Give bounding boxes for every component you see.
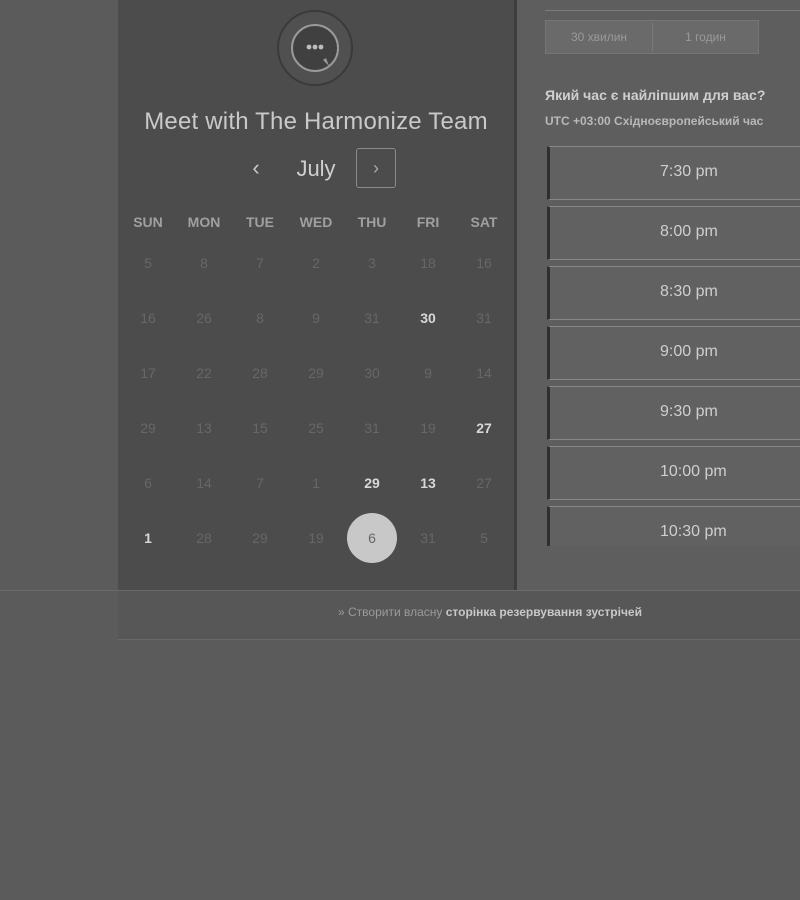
calendar-day: 28 [252,365,268,381]
calendar-day: 31 [420,530,436,546]
time-slot-label: 10:30 pm [660,523,727,540]
calendar-day: 18 [420,255,436,271]
calendar-day: 29 [140,420,156,436]
divider [545,0,800,11]
calendar-day: 31 [364,420,380,436]
create-booking-page-link[interactable]: » Створити власну сторінка резервування … [338,605,642,619]
time-slot-label: 9:30 pm [660,403,718,420]
time-slot[interactable]: 9:00 pm [547,326,800,380]
time-slot[interactable]: 10:00 pm [547,446,800,500]
calendar-day[interactable]: 13 [403,458,453,508]
time-slot-label: 8:30 pm [660,283,718,300]
time-slot-label: 9:00 pm [660,343,718,360]
weekday-label: TUE [246,214,274,230]
calendar-day: 14 [196,475,212,491]
calendar-day: 30 [364,365,380,381]
time-slot-label: 8:00 pm [660,223,718,240]
calendar-day: 27 [476,475,492,491]
page-title: Meet with The Harmonize Team [144,108,488,135]
weekday-label: MON [187,214,221,230]
calendar-day: 17 [140,365,156,381]
calendar-day: 31 [364,310,380,326]
calendar-day: 31 [476,310,492,326]
time-slot[interactable]: 9:30 pm [547,386,800,440]
calendar-day: 29 [308,365,324,381]
time-slot[interactable]: 8:00 pm [547,206,800,260]
calendar-day: 9 [312,310,320,326]
calendar-day[interactable]: 1 [123,513,173,563]
calendar-day: 16 [140,310,156,326]
calendar-panel: Meet with The Harmonize Team ‹ July › SU… [118,0,517,590]
month-navigation: ‹ July › [118,148,514,190]
calendar-day: 6 [144,475,152,491]
calendar-day: 28 [196,530,212,546]
calendar-day: 8 [200,255,208,271]
weekday-label: WED [299,214,333,230]
calendar-day: 16 [476,255,492,271]
calendar-day: 22 [196,365,212,381]
calendar-day: 3 [368,255,376,271]
weekday-header: SUN MON TUE WED THU FRI SAT [120,214,512,236]
chat-bubble-icon [291,24,339,72]
footer-bar: » Створити власну сторінка резервування … [118,590,800,640]
calendar-day: 19 [308,530,324,546]
time-question-heading: Який час є найліпшим для вас? [545,87,766,103]
duration-selector: 30 хвилин 1 годин [545,20,759,54]
weekday-label: SAT [470,214,498,230]
calendar-day: 15 [252,420,268,436]
time-selection-panel: 30 хвилин 1 годин Який час є найліпшим д… [517,0,800,590]
calendar-day[interactable]: 29 [347,458,397,508]
calendar-day: 19 [420,420,436,436]
time-slot[interactable]: 8:30 pm [547,266,800,320]
time-slot[interactable]: 10:30 pm [547,506,800,546]
duration-30min-button[interactable]: 30 хвилин [546,21,652,53]
weekday-label: FRI [416,214,440,230]
calendar-day: 14 [476,365,492,381]
calendar-day-selected[interactable]: 6 [347,513,397,563]
calendar-day[interactable]: 27 [459,403,509,453]
footer-arrow-icon: » [338,605,349,619]
calendar-day: 7 [256,475,264,491]
calendar-day: 25 [308,420,324,436]
logo [277,10,353,86]
weekday-label: THU [357,214,387,230]
weekday-label: SUN [133,214,163,230]
calendar-day: 8 [256,310,264,326]
calendar-day[interactable]: 30 [403,293,453,343]
footer-link-prefix: Створити власну [348,605,443,619]
calendar-day: 7 [256,255,264,271]
calendar-day: 5 [480,530,488,546]
time-slot-label: 7:30 pm [660,163,718,180]
calendar-day: 2 [312,255,320,271]
calendar-day: 29 [252,530,268,546]
calendar-day: 9 [424,365,432,381]
timezone-label[interactable]: UTC +03:00 Східноєвропейський час [545,114,763,128]
time-slot[interactable]: 7:30 pm [547,146,800,200]
calendar-day: 1 [312,475,320,491]
time-slot-label: 10:00 pm [660,463,727,480]
prev-month-button[interactable]: ‹ [244,154,268,184]
calendar-day: 13 [196,420,212,436]
next-month-button[interactable]: › [356,148,396,188]
calendar-day: 26 [196,310,212,326]
month-label: July [296,156,336,181]
footer-link-bold: сторінка резервування зустрічей [445,605,642,619]
page-divider [0,590,118,591]
calendar-day: 5 [144,255,152,271]
duration-1hour-button[interactable]: 1 годин [653,21,758,53]
